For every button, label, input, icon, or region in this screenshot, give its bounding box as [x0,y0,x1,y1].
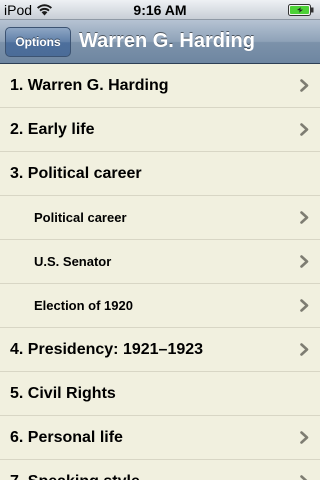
page-title: Warren G. Harding [79,30,255,52]
chevron-right-icon [300,255,309,268]
list-item[interactable]: 6. Personal life [0,416,320,460]
list-item-label: 2. Early life [10,121,95,138]
list-item-label: 6. Personal life [10,429,123,446]
list-item[interactable]: 5. Civil Rights [0,372,320,416]
list-item-label: 3. Political career [10,165,142,182]
list-item[interactable]: Election of 1920 [0,284,320,328]
list-item[interactable]: 4. Presidency: 1921–1923 [0,328,320,372]
list-item[interactable]: 2. Early life [0,108,320,152]
chevron-right-icon [300,79,309,92]
chevron-right-icon [300,299,309,312]
chevron-right-icon [300,211,309,224]
chevron-right-icon [300,431,309,444]
list-item[interactable]: 7. Speaking style [0,460,320,480]
chevron-right-icon [300,475,308,480]
clock: 9:16 AM [133,2,187,18]
list-item[interactable]: Political career [0,196,320,240]
chevron-right-icon [300,123,309,136]
screen: iPod 9:16 AM Options Warren G. Harding 1… [0,0,320,480]
list-item-label: 1. Warren G. Harding [10,77,169,94]
list-item[interactable]: U.S. Senator [0,240,320,284]
navigation-bar: Options Warren G. Harding [0,20,320,64]
list-item-label: 7. Speaking style [10,460,140,480]
list-item-label: U.S. Senator [34,254,112,269]
list-item[interactable]: 3. Political career [0,152,320,196]
list-item-label: Political career [34,210,127,225]
table-of-contents-list[interactable]: 1. Warren G. Harding 2. Early life 3. Poli… [0,64,320,480]
status-bar: iPod 9:16 AM [0,0,320,20]
list-item-label: 4. Presidency: 1921–1923 [10,341,204,358]
list-item-label: Election of 1920 [34,298,133,313]
list-item-label: 5. Civil Rights [10,385,116,402]
options-button[interactable]: Options [5,27,71,57]
list-item[interactable]: 1. Warren G. Harding [0,64,320,108]
battery-icon [288,4,314,16]
chevron-right-icon [300,343,309,356]
